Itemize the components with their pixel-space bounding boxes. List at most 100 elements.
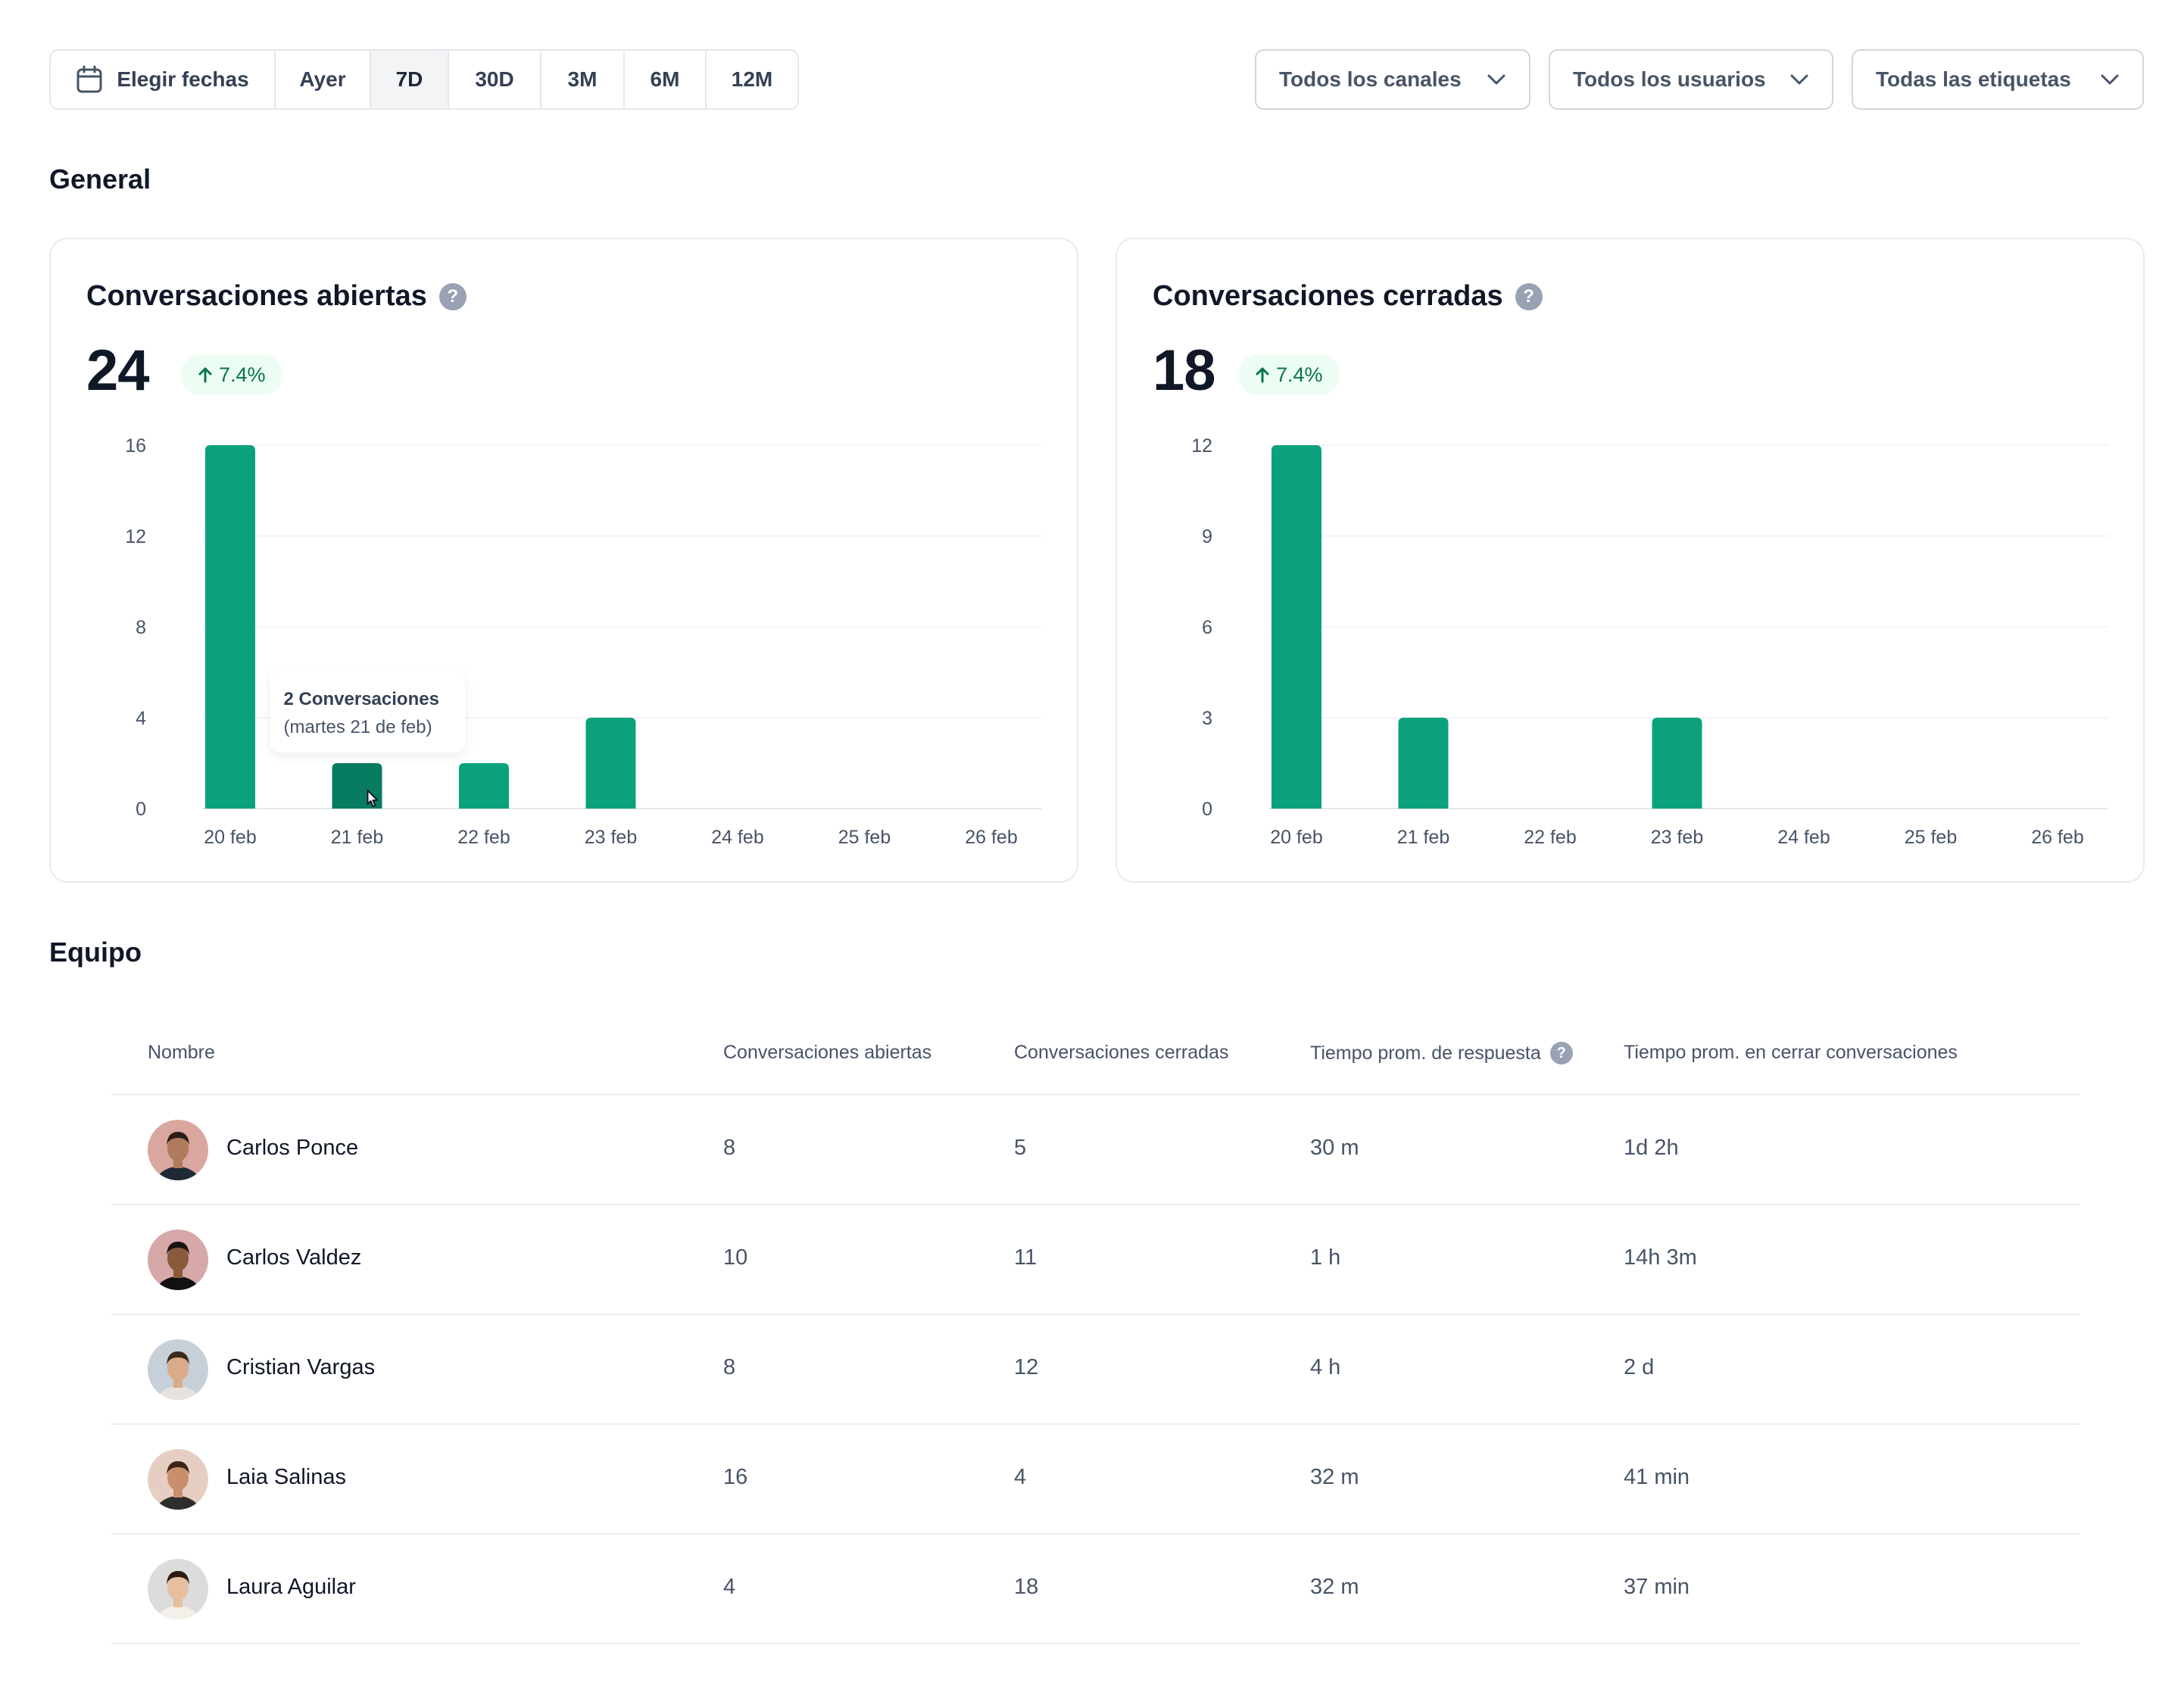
cell-open: 8 — [723, 1355, 736, 1379]
header-response-label: Tiempo prom. de respuesta — [1310, 1042, 1541, 1064]
tags-dropdown[interactable]: Todas las etiquetas — [1852, 49, 2144, 110]
choose-dates-label: Elegir fechas — [117, 67, 249, 91]
users-dropdown[interactable]: Todos los usuarios — [1549, 49, 1833, 110]
y-tick-label: 12 — [125, 526, 146, 547]
tooltip-subtitle: (martes 21 de feb) — [284, 717, 432, 737]
cell-close-time: 1d 2h — [1624, 1136, 1679, 1160]
x-tick-label: 22 feb — [1524, 827, 1577, 848]
closed-conversations-chart: 0 3 6 9 12 20 feb 21 feb 22 feb 23 feb 24 feb 25 f… — [1191, 435, 2108, 848]
section-title-general: General — [49, 164, 151, 195]
cell-open: 16 — [723, 1465, 748, 1489]
range-3m[interactable]: 3M — [541, 51, 625, 108]
table-row[interactable]: Carlos Ponce 8 5 30 m 1d 2h — [111, 1096, 2080, 1205]
range-7d[interactable]: 7D — [371, 51, 449, 108]
tooltip-title: 2 Conversaciones — [284, 689, 439, 709]
header-close-time: Tiempo prom. en cerrar conversaciones — [1624, 1042, 1958, 1063]
y-tick-label: 3 — [1202, 708, 1212, 729]
range-ayer[interactable]: Ayer — [276, 51, 371, 108]
bar — [585, 718, 636, 809]
y-tick-label: 6 — [1202, 617, 1212, 638]
bar — [1398, 718, 1449, 809]
x-tick-label: 20 feb — [204, 827, 257, 848]
member-name: Cristian Vargas — [226, 1355, 376, 1379]
section-title-team: Equipo — [49, 937, 142, 968]
bar — [1271, 445, 1321, 809]
channels-dropdown-label: Todos los canales — [1279, 67, 1462, 91]
cell-response: 32 m — [1310, 1465, 1359, 1489]
x-tick-label: 24 feb — [711, 827, 764, 848]
table-row[interactable]: Cristian Vargas 8 12 4 h 2 d — [111, 1315, 2080, 1425]
chevron-down-icon — [1487, 73, 1506, 86]
x-tick-label: 22 feb — [457, 827, 510, 848]
bar — [205, 445, 255, 809]
cell-response: 4 h — [1310, 1355, 1341, 1379]
chevron-down-icon — [2100, 73, 2120, 86]
header-name: Nombre — [148, 1042, 215, 1063]
header-closed: Conversaciones cerradas — [1014, 1042, 1229, 1063]
help-icon[interactable]: ? — [1549, 1042, 1573, 1064]
cell-close-time: 37 min — [1624, 1575, 1690, 1599]
calendar-icon — [76, 65, 103, 94]
x-tick-label: 23 feb — [1651, 827, 1704, 848]
header-open: Conversaciones abiertas — [723, 1042, 932, 1063]
choose-dates-button[interactable]: Elegir fechas — [51, 51, 276, 108]
member-name: Laia Salinas — [226, 1465, 346, 1489]
tags-dropdown-label: Todas las etiquetas — [1876, 67, 2071, 91]
bar — [459, 763, 509, 809]
y-tick-label: 12 — [1191, 435, 1212, 457]
cell-closed: 5 — [1014, 1136, 1027, 1160]
member-name: Laura Aguilar — [226, 1575, 356, 1599]
cell-closed: 11 — [1014, 1245, 1037, 1270]
range-30d[interactable]: 30D — [449, 51, 541, 108]
closed-conversations-card: Conversaciones cerradas ? 18 7.4% 0 3 6 9 12… — [1115, 238, 2145, 883]
open-conversations-card: Conversaciones abiertas ? 24 7.4% 0 4 8 12 1… — [49, 238, 1078, 883]
x-tick-label: 26 feb — [965, 827, 1018, 848]
chart-tooltip: 2 Conversaciones (martes 21 de feb) — [270, 671, 466, 753]
bar — [332, 763, 382, 809]
x-tick-label: 24 feb — [1777, 827, 1830, 848]
y-tick-label: 9 — [1202, 526, 1212, 547]
cell-close-time: 14h 3m — [1624, 1245, 1697, 1270]
member-name: Carlos Valdez — [226, 1245, 362, 1270]
member-name: Carlos Ponce — [226, 1136, 359, 1160]
x-tick-label: 21 feb — [331, 827, 384, 848]
y-tick-label: 16 — [125, 435, 146, 457]
cell-open: 10 — [723, 1245, 748, 1270]
bar — [1652, 718, 1702, 809]
x-tick-label: 21 feb — [1397, 827, 1450, 848]
avatar — [148, 1339, 208, 1400]
y-tick-label: 0 — [136, 799, 146, 820]
table-row[interactable]: Laura Aguilar 4 18 32 m 37 min — [111, 1535, 2080, 1644]
x-tick-label: 20 feb — [1270, 827, 1323, 848]
avatar — [148, 1120, 208, 1180]
cell-closed: 12 — [1014, 1355, 1039, 1379]
cell-close-time: 2 d — [1624, 1355, 1655, 1379]
cell-close-time: 41 min — [1624, 1465, 1690, 1489]
table-row[interactable]: Laia Salinas 16 4 32 m 41 min — [111, 1425, 2080, 1535]
table-row[interactable]: Carlos Valdez 10 11 1 h 14h 3m — [111, 1205, 2080, 1315]
date-range-selector: Elegir fechas Ayer 7D 30D 3M 6M 12M — [49, 49, 799, 110]
y-tick-label: 0 — [1202, 799, 1212, 820]
header-response: Tiempo prom. de respuesta ? — [1310, 1042, 1573, 1064]
cell-closed: 18 — [1014, 1575, 1039, 1599]
row-divider — [111, 1643, 2080, 1644]
range-6m[interactable]: 6M — [625, 51, 707, 108]
cell-response: 1 h — [1310, 1245, 1341, 1270]
range-12m[interactable]: 12M — [707, 51, 797, 108]
y-tick-label: 8 — [136, 617, 146, 638]
avatar — [148, 1559, 208, 1619]
x-tick-label: 23 feb — [585, 827, 638, 848]
x-tick-label: 26 feb — [2031, 827, 2084, 848]
cell-open: 8 — [723, 1136, 736, 1160]
users-dropdown-label: Todos los usuarios — [1573, 67, 1766, 91]
x-tick-label: 25 feb — [1905, 827, 1958, 848]
x-tick-label: 25 feb — [838, 827, 891, 848]
y-tick-label: 4 — [136, 708, 146, 729]
cell-closed: 4 — [1014, 1465, 1027, 1489]
cell-response: 32 m — [1310, 1575, 1359, 1599]
cell-response: 30 m — [1310, 1136, 1359, 1160]
cell-open: 4 — [723, 1575, 736, 1599]
chevron-down-icon — [1789, 73, 1809, 86]
avatar — [148, 1230, 208, 1290]
channels-dropdown[interactable]: Todos los canales — [1255, 49, 1530, 110]
